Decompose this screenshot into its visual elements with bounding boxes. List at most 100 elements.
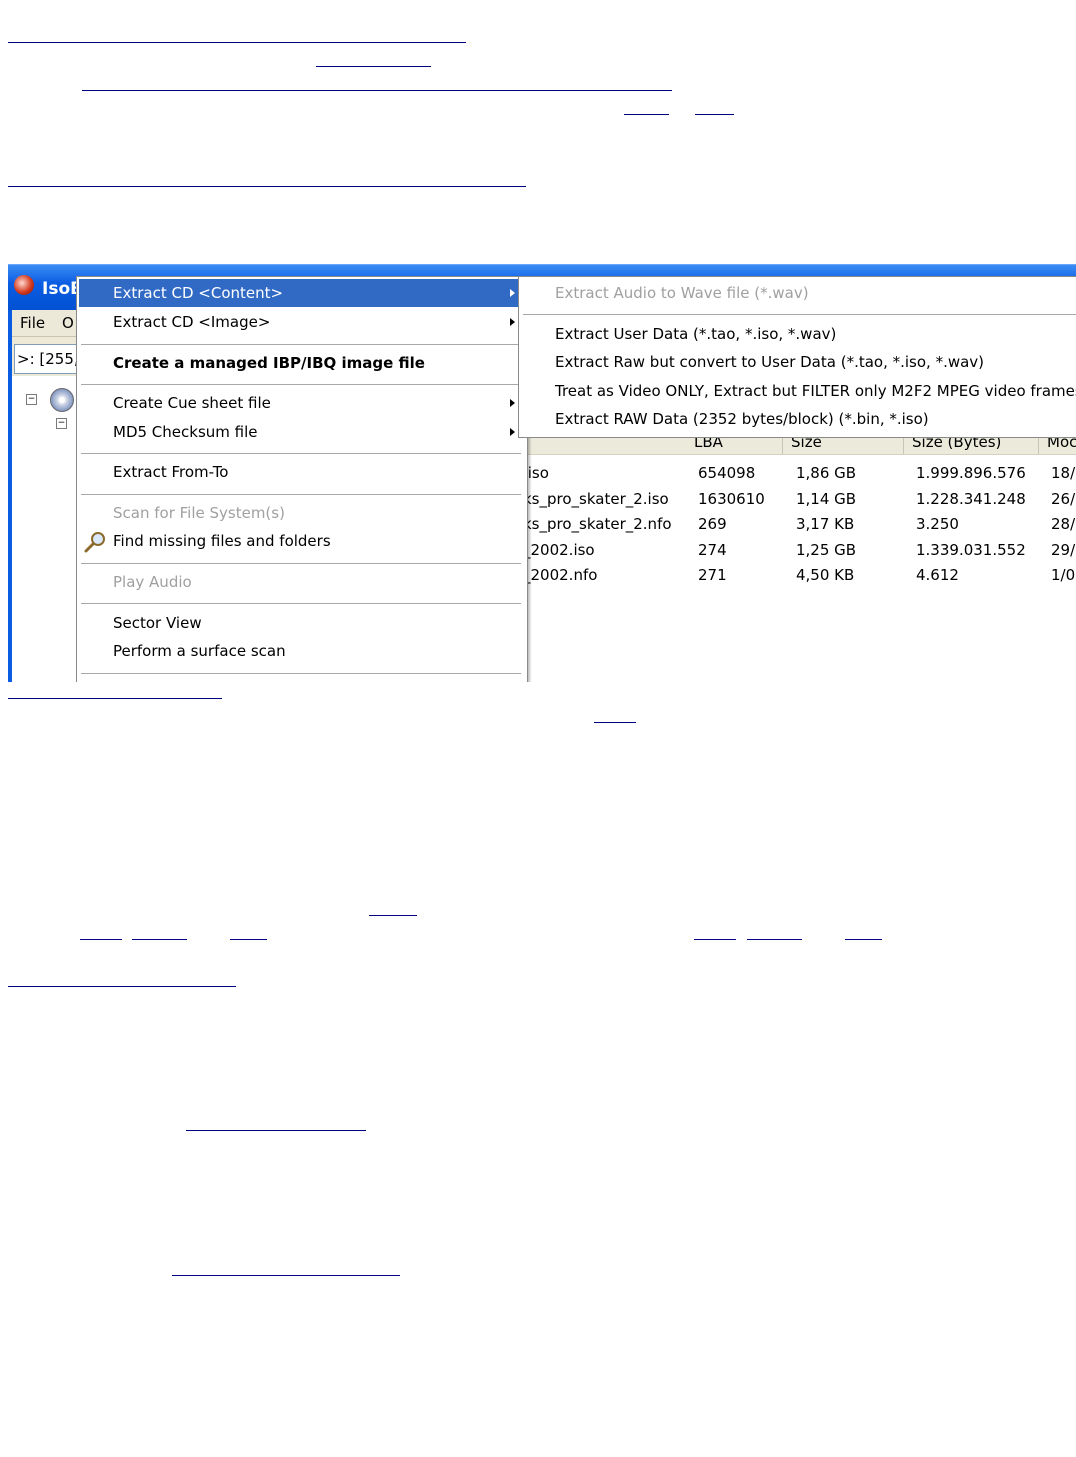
doc-link-3[interactable] xyxy=(82,90,672,91)
table-row[interactable]: ks_pro_skater_2.nfo 269 3,17 KB 3.250 28/0 xyxy=(523,511,1076,537)
menu-separator xyxy=(523,314,1076,315)
app-logo-icon xyxy=(14,275,34,295)
menu-separator xyxy=(81,673,521,674)
doc-link-16[interactable] xyxy=(8,986,236,987)
doc-link-2[interactable] xyxy=(316,66,431,67)
menu-separator xyxy=(81,344,521,345)
submenu-extract-audio: Extract Audio to Wave file (*.wav) xyxy=(521,279,1076,307)
file-size-bytes: 1.339.031.552 xyxy=(916,540,1026,559)
magnifier-icon xyxy=(84,532,105,553)
submenu-item-label: Extract Audio to Wave file (*.wav) xyxy=(555,284,809,302)
menu-scan-file-system: Scan for File System(s) xyxy=(79,499,523,527)
menu-item-label: Extract From-To xyxy=(113,463,229,481)
menu-item-label: MD5 Checksum file xyxy=(113,423,258,441)
menu-item-label: Create Cue sheet file xyxy=(113,394,271,412)
menu-separator xyxy=(81,563,521,564)
menu-separator xyxy=(81,453,521,454)
menu-item-label: Sector View xyxy=(113,614,202,632)
submenu-arrow-icon xyxy=(510,428,515,436)
file-name: ks_pro_skater_2.nfo xyxy=(523,515,672,533)
submenu-arrow-icon xyxy=(510,289,515,297)
menu-separator xyxy=(81,603,521,604)
file-lba: 1630610 xyxy=(698,489,765,508)
file-list: LBA Size Size (Bytes) Moc .iso 654098 1,86… xyxy=(523,424,1076,682)
file-lba: 269 xyxy=(698,515,727,533)
tree-collapse-icon[interactable]: − xyxy=(26,394,37,405)
table-row[interactable]: ks_pro_skater_2.iso 1630610 1,14 GB 1.228.3… xyxy=(523,486,1076,512)
menu-extract-from-to[interactable]: Extract From-To xyxy=(79,458,523,486)
menu-create-managed-image[interactable]: Create a managed IBP/IBQ image file xyxy=(79,349,523,377)
menu-separator xyxy=(81,494,521,495)
menu-extract-cd-image[interactable]: Extract CD <Image> xyxy=(79,308,523,336)
file-modified: 18/0 xyxy=(1051,464,1076,482)
submenu-item-label: Extract Raw but convert to User Data (*.… xyxy=(555,353,985,371)
doc-link-10[interactable] xyxy=(80,939,122,940)
menu-surface-scan[interactable]: Perform a surface scan xyxy=(79,637,523,665)
file-name: _2002.nfo xyxy=(523,566,598,584)
doc-link-6[interactable] xyxy=(8,186,526,187)
menu-item-label: Extract CD <Content> xyxy=(113,284,284,302)
file-size: 1,14 GB xyxy=(796,489,857,508)
submenu-extract-user-data[interactable]: Extract User Data (*.tao, *.iso, *.wav) xyxy=(521,320,1076,348)
file-size-bytes: 1.999.896.576 xyxy=(916,464,1026,482)
doc-link-1[interactable] xyxy=(8,42,466,43)
doc-link-15[interactable] xyxy=(845,939,882,940)
file-name: ks_pro_skater_2.iso xyxy=(523,489,669,508)
doc-link-14[interactable] xyxy=(747,939,802,940)
table-row[interactable]: _2002.nfo 271 4,50 KB 4.612 1/06 xyxy=(523,562,1076,588)
file-modified: 29/0 xyxy=(1051,540,1076,559)
doc-link-18[interactable] xyxy=(172,1275,400,1276)
submenu-arrow-icon xyxy=(510,318,515,326)
submenu-item-label: Extract RAW Data (2352 bytes/block) (*.b… xyxy=(555,410,929,428)
menu-item-label: Find missing files and folders xyxy=(113,532,331,550)
file-modified: 1/06 xyxy=(1051,566,1076,584)
doc-link-4[interactable] xyxy=(624,114,669,115)
file-lba: 274 xyxy=(698,540,727,559)
file-name: _2002.iso xyxy=(523,540,595,559)
doc-link-13[interactable] xyxy=(694,939,736,940)
menu-play-audio: Play Audio xyxy=(79,568,523,596)
menu-separator xyxy=(81,384,521,385)
doc-link-5[interactable] xyxy=(695,114,734,115)
doc-link-8[interactable] xyxy=(594,722,636,723)
doc-link-11[interactable] xyxy=(132,939,187,940)
table-row[interactable]: _2002.iso 274 1,25 GB 1.339.031.552 29/0 xyxy=(523,537,1076,563)
tree-collapse-icon[interactable]: − xyxy=(56,418,67,429)
doc-link-17[interactable] xyxy=(186,1130,366,1131)
submenu-video-only[interactable]: Treat as Video ONLY, Extract but FILTER … xyxy=(521,377,1076,405)
cd-drive-icon[interactable] xyxy=(50,388,74,412)
file-size-bytes: 4.612 xyxy=(916,566,959,584)
context-menu: Extract CD <Content> Extract CD <Image> … xyxy=(76,276,528,682)
file-modified: 26/0 xyxy=(1051,489,1076,508)
file-size: 4,50 KB xyxy=(796,566,855,584)
menu-item-label: Create a managed IBP/IBQ image file xyxy=(113,354,425,372)
file-lba: 654098 xyxy=(698,464,756,482)
file-modified: 28/0 xyxy=(1051,515,1076,533)
menu-options[interactable]: O xyxy=(62,314,74,332)
menu-find-missing-files[interactable]: Find missing files and folders xyxy=(79,527,523,555)
file-size-bytes: 3.250 xyxy=(916,515,959,533)
submenu-extract-raw-data[interactable]: Extract RAW Data (2352 bytes/block) (*.b… xyxy=(521,405,1076,433)
file-size-bytes: 1.228.341.248 xyxy=(916,489,1026,508)
file-lba: 271 xyxy=(698,566,727,584)
menu-item-label: Scan for File System(s) xyxy=(113,504,285,522)
file-size: 3,17 KB xyxy=(796,515,855,533)
submenu-item-label: Extract User Data (*.tao, *.iso, *.wav) xyxy=(555,325,837,343)
menu-file[interactable]: File xyxy=(20,314,45,332)
extract-content-submenu: Extract Audio to Wave file (*.wav) Extra… xyxy=(518,276,1076,438)
menu-item-label: Play Audio xyxy=(113,573,192,591)
menu-create-cue-sheet[interactable]: Create Cue sheet file xyxy=(79,389,523,417)
menu-sector-view[interactable]: Sector View xyxy=(79,609,523,637)
doc-link-12[interactable] xyxy=(230,939,267,940)
file-size: 1,25 GB xyxy=(796,540,857,559)
doc-link-7[interactable] xyxy=(8,698,222,699)
menu-item-label: Extract CD <Image> xyxy=(113,313,271,331)
menu-extract-cd-content[interactable]: Extract CD <Content> xyxy=(79,279,523,307)
doc-link-9[interactable] xyxy=(369,915,417,916)
menu-md5-checksum[interactable]: MD5 Checksum file xyxy=(79,418,523,446)
submenu-item-label: Treat as Video ONLY, Extract but FILTER … xyxy=(555,382,1076,400)
menu-item-label: Perform a surface scan xyxy=(113,642,286,660)
submenu-extract-raw-convert[interactable]: Extract Raw but convert to User Data (*.… xyxy=(521,348,1076,376)
table-row[interactable]: .iso6540981,86 GB1.999.896.57618/0 xyxy=(523,460,1076,486)
isobuster-screenshot: IsoB File O >: [255, − − LBA Size Size (… xyxy=(8,264,1076,682)
